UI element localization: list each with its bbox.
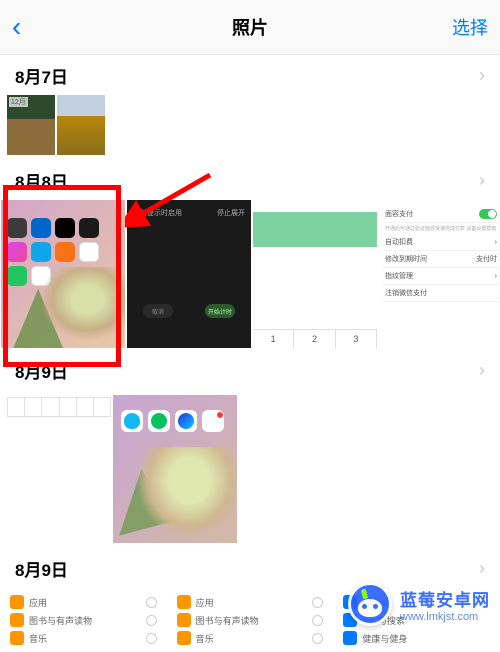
photo-thumbnail-list[interactable]: 应用 图书与有声读物 音乐 — [10, 593, 157, 647]
page-title: 照片 — [232, 14, 268, 40]
app-icon-baidu — [175, 410, 197, 432]
date-label: 8月7日 — [15, 63, 68, 88]
section-header-aug8[interactable]: 8月8日 › — [0, 160, 500, 200]
photo-thumbnail-app[interactable]: 1 2 3 — [253, 200, 377, 348]
chevron-right-icon: › — [479, 170, 485, 191]
section-header-aug7[interactable]: 8月7日 › — [0, 55, 500, 95]
app-icon-wechat — [148, 410, 170, 432]
photo-thumbnail-list[interactable]: 应用 图书与有声读物 音乐 — [177, 593, 324, 647]
photo-thumbnail-dark[interactable]: 分时提示时启用停止展开 取消开始计时 — [127, 200, 251, 348]
watermark-name: 蓝莓安卓网 — [400, 586, 490, 611]
watermark-logo-icon — [348, 582, 392, 626]
chevron-right-icon: › — [479, 65, 485, 86]
date-label: 8月9日 — [15, 358, 68, 383]
photo-thumbnail-settings[interactable]: 面容支付 开通后可通过验证面容快速完成付款 设备设置帮助 自动扣费› 修改到期时… — [379, 200, 500, 348]
app-icon-qq — [121, 410, 143, 432]
photo-thumbnail-homescreen[interactable] — [113, 395, 237, 543]
chevron-right-icon: › — [479, 558, 485, 579]
section-header-aug9a[interactable]: 8月9日 › — [0, 350, 500, 390]
select-button[interactable]: 选择 — [452, 14, 488, 40]
date-label: 8月9日 — [15, 556, 68, 581]
photo-thumbnail[interactable] — [57, 95, 105, 155]
chevron-right-icon: › — [479, 360, 485, 381]
watermark-url: www.lmkjst.com — [400, 611, 490, 623]
back-button[interactable]: ‹ — [12, 11, 42, 43]
photo-thumbnail-homescreen[interactable] — [1, 200, 125, 348]
photo-thumbnail[interactable] — [7, 95, 55, 155]
date-label: 8月8日 — [15, 168, 68, 193]
app-icon-notification — [202, 410, 224, 432]
watermark: 蓝莓安卓网 www.lmkjst.com — [348, 582, 490, 626]
photo-thumbnail-blank[interactable] — [7, 395, 111, 543]
